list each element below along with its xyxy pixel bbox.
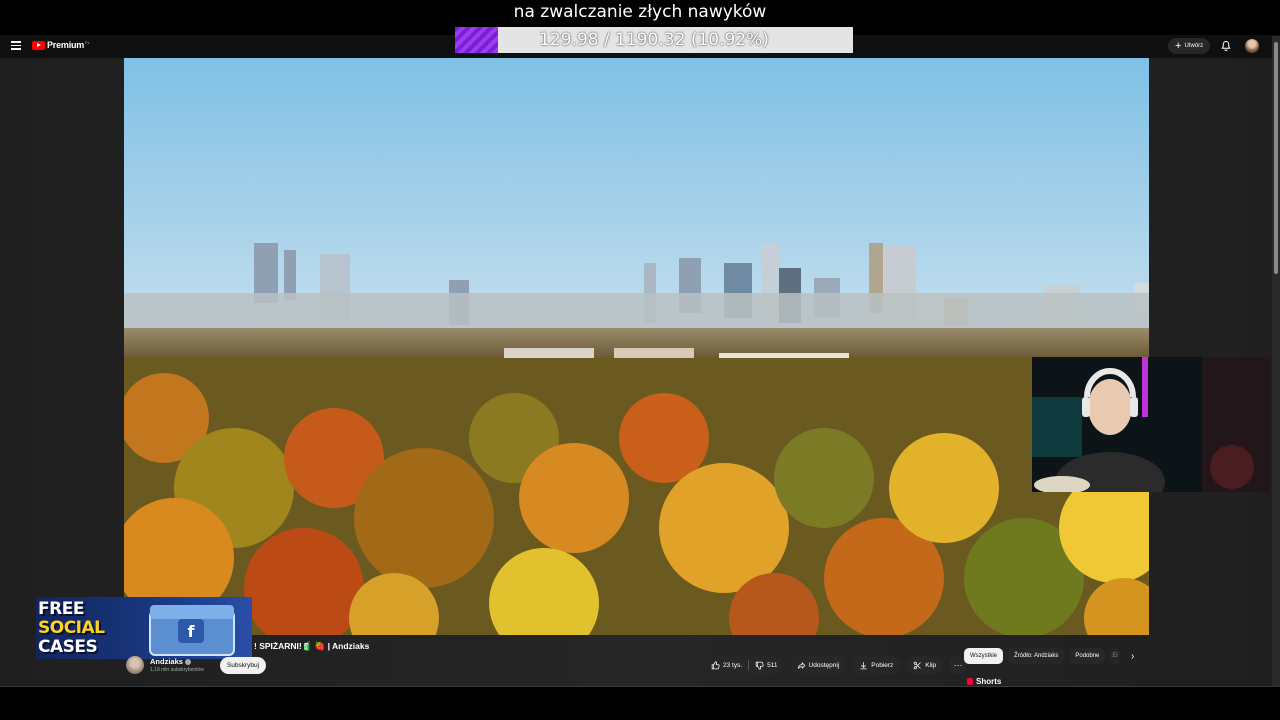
like-count: 23 tys. — [723, 661, 743, 669]
download-label: Pobierz — [871, 661, 894, 669]
share-label: Udostępnij — [808, 661, 840, 669]
shorts-label: Shorts — [976, 677, 1002, 686]
channel-name[interactable]: Andziaks — [150, 657, 191, 666]
video-actions: 23 tys. 511 Udostępnij Pobierz Klip ··· — [705, 656, 968, 674]
shorts-icon — [967, 678, 973, 685]
streamer-webcam — [1032, 357, 1270, 492]
sponsor-chest-icon: f — [149, 605, 235, 656]
page-scrollbar[interactable] — [1272, 36, 1280, 686]
account-avatar[interactable] — [1245, 39, 1259, 53]
sponsor-line-2: SOCIAL — [38, 618, 105, 638]
sponsor-line-3: CASES — [38, 637, 98, 657]
verified-icon — [184, 659, 191, 666]
bottom-divider — [0, 686, 1280, 687]
create-button-label: Utwórz — [1184, 43, 1204, 49]
clip-label: Klip — [925, 661, 937, 669]
shorts-section-title: Shorts — [967, 677, 1001, 686]
like-button[interactable]: 23 tys. — [705, 656, 748, 674]
scissors-icon — [914, 661, 922, 669]
thumbs-down-icon — [755, 661, 764, 670]
channel-avatar[interactable] — [126, 656, 144, 674]
like-dislike-group: 23 tys. 511 — [705, 656, 784, 674]
thumbs-up-icon — [711, 660, 720, 669]
stream-progress-bar: 129.98 / 1190.32 (10.92%) — [455, 27, 853, 53]
scrollbar-thumb[interactable] — [1274, 42, 1278, 274]
sponsor-banner-text: FREE SOCIAL CASES — [38, 600, 105, 657]
subscribe-button[interactable]: Subskrybuj — [220, 657, 266, 674]
share-button[interactable]: Udostępnij — [789, 656, 847, 674]
hamburger-menu-icon[interactable] — [11, 41, 21, 50]
related-filter-chips: Wszystkie Źródło: Andziaks Podobne El — [964, 648, 1121, 665]
download-button[interactable]: Pobierz — [852, 656, 901, 674]
chip-source[interactable]: Źródło: Andziaks — [1008, 648, 1065, 664]
clip-button[interactable]: Klip — [906, 656, 944, 674]
bell-icon[interactable] — [1220, 40, 1232, 52]
channel-name-text[interactable]: Andziaks — [150, 657, 183, 666]
chip-similar[interactable]: Podobne — [1069, 648, 1106, 664]
dislike-count: 511 — [767, 661, 778, 669]
sponsor-line-1: FREE — [38, 599, 84, 619]
video-frame-cityscape — [124, 58, 1149, 635]
webcam-frame — [1032, 357, 1270, 492]
youtube-premium-logo[interactable]: Premium PL — [32, 40, 90, 50]
logo-text: Premium — [47, 40, 85, 50]
share-icon — [797, 661, 805, 669]
download-icon — [860, 661, 867, 669]
video-title: ! SPIŻARNI!🧃 🍓 | Andziaks — [254, 641, 370, 651]
channel-subscriber-count: 1,19 mln subskrybentów — [150, 667, 204, 673]
chevron-right-icon[interactable]: › — [1131, 651, 1134, 662]
plus-icon: + — [1175, 39, 1182, 52]
stream-progress-text: 129.98 / 1190.32 (10.92%) — [539, 30, 769, 50]
dislike-button[interactable]: 511 — [749, 656, 783, 674]
chip-cut-off[interactable]: El — [1110, 648, 1121, 664]
stream-overlay-title: na zwalczanie złych nawyków — [513, 2, 767, 22]
svg-text:f: f — [188, 622, 196, 641]
create-button[interactable]: + Utwórz — [1168, 38, 1211, 54]
logo-region: PL — [85, 39, 91, 45]
youtube-play-icon — [32, 40, 45, 50]
video-player[interactable] — [124, 58, 1149, 635]
chip-all[interactable]: Wszystkie — [964, 648, 1003, 664]
sponsor-banner[interactable]: FREE SOCIAL CASES f — [36, 597, 252, 659]
